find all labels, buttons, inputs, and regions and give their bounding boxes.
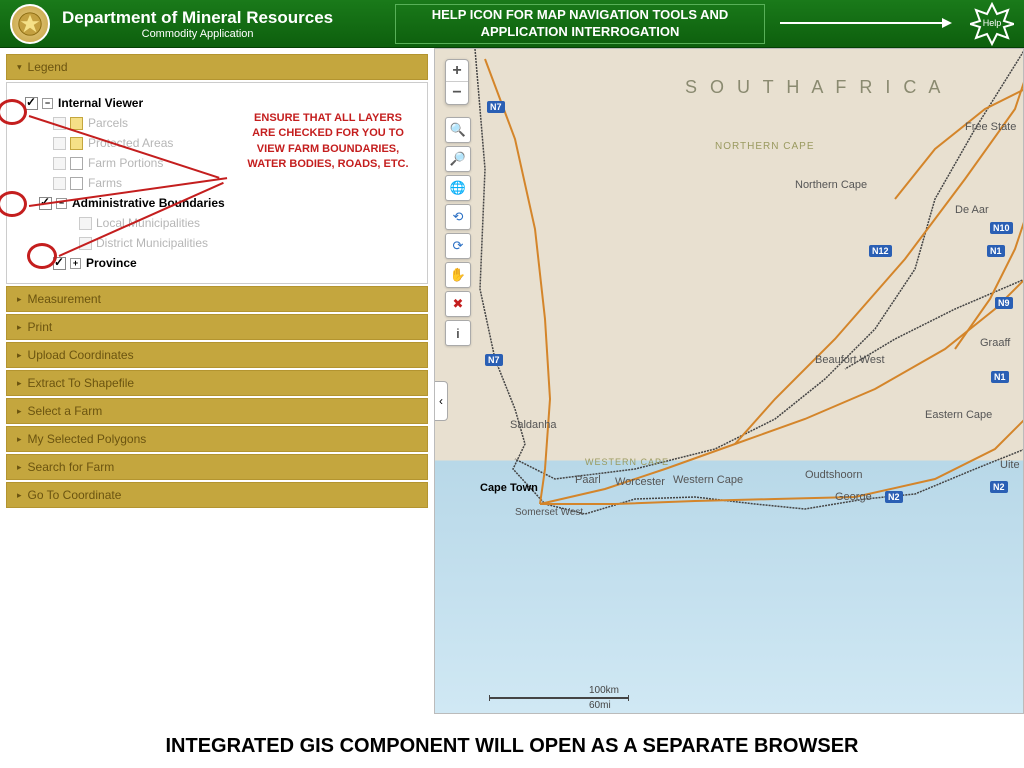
layer-internal-viewer[interactable]: − Internal Viewer — [25, 93, 419, 113]
region-label: NORTHERN CAPE — [715, 141, 815, 152]
app-header: Department of Mineral Resources Commodit… — [0, 0, 1024, 48]
city-label: Uite — [1000, 459, 1020, 471]
zoom-out-button[interactable]: − — [446, 82, 468, 104]
layer-admin-boundaries[interactable]: − Administrative Boundaries — [25, 193, 419, 213]
city-label: Cape Town — [480, 482, 538, 494]
city-label: Worcester — [615, 476, 665, 488]
national-crest-icon — [10, 4, 50, 44]
route-badge: N2 — [990, 481, 1008, 493]
collapse-icon[interactable]: − — [42, 98, 53, 109]
swatch-icon — [70, 157, 83, 170]
city-label: George — [835, 491, 872, 503]
swatch-icon — [70, 117, 83, 130]
full-extent-tool[interactable]: 🌐 — [445, 175, 471, 201]
city-label: Oudtshoorn — [805, 469, 862, 481]
map-viewport[interactable]: S O U T H A F R I C A NORTHERN CAPE Nort… — [434, 48, 1024, 714]
identify-tool[interactable]: i — [445, 320, 471, 346]
checkbox-icon[interactable] — [53, 157, 66, 170]
zoom-prev-tool[interactable]: ⟲ — [445, 204, 471, 230]
help-banner: HELP ICON FOR MAP NAVIGATION TOOLS AND A… — [395, 4, 765, 44]
region-label: WESTERN CAPE — [585, 457, 669, 467]
route-badge: N10 — [990, 222, 1013, 234]
zoom-out-tool[interactable]: 🔎 — [445, 146, 471, 172]
city-label: Somerset West — [515, 507, 583, 518]
zoom-next-tool[interactable]: ⟳ — [445, 233, 471, 259]
expand-icon[interactable]: + — [70, 258, 81, 269]
city-label: Free State — [965, 121, 1016, 133]
route-badge: N7 — [487, 101, 505, 113]
route-badge: N1 — [987, 245, 1005, 257]
city-label: Eastern Cape — [925, 409, 992, 421]
city-label: Paarl — [575, 474, 601, 486]
country-label: S O U T H A F R I C A — [685, 77, 944, 98]
layer-province[interactable]: + Province — [25, 253, 419, 273]
checkbox-icon[interactable] — [53, 177, 66, 190]
annotation-circle — [27, 243, 57, 269]
swatch-icon — [70, 137, 83, 150]
main-area: ▸Legend ENSURE THAT ALL LAYERS ARE CHECK… — [0, 48, 1024, 714]
panel-print[interactable]: ▸Print — [6, 314, 428, 340]
route-badge: N7 — [485, 354, 503, 366]
scale-bar: 100km 60mi — [489, 697, 629, 699]
annotation-note: ENSURE THAT ALL LAYERS ARE CHECKED FOR Y… — [243, 111, 413, 173]
city-label: Saldanha — [510, 419, 557, 431]
legend-body: ENSURE THAT ALL LAYERS ARE CHECKED FOR Y… — [6, 82, 428, 284]
zoom-in-tool[interactable]: 🔍 — [445, 117, 471, 143]
help-label: Help — [970, 18, 1014, 28]
panel-search-farm[interactable]: ▸Search for Farm — [6, 454, 428, 480]
pan-tool[interactable]: ✋ — [445, 262, 471, 288]
clear-tool[interactable]: ✖ — [445, 291, 471, 317]
panel-legend[interactable]: ▸Legend — [6, 54, 428, 80]
help-button[interactable]: Help — [970, 2, 1014, 46]
route-badge: N1 — [991, 371, 1009, 383]
collapse-sidebar-tab[interactable]: ‹ — [434, 381, 448, 421]
department-block: Department of Mineral Resources Commodit… — [62, 8, 333, 40]
checkbox-icon[interactable] — [79, 217, 92, 230]
department-title: Department of Mineral Resources — [62, 8, 333, 28]
city-label: Graaff — [980, 337, 1010, 349]
layer-local-muni[interactable]: Local Municipalities — [25, 213, 419, 233]
checkbox-icon[interactable] — [25, 97, 38, 110]
department-subtitle: Commodity Application — [62, 28, 333, 40]
checkbox-icon[interactable] — [53, 137, 66, 150]
city-label: Beaufort West — [815, 354, 885, 366]
zoom-in-button[interactable]: + — [446, 60, 468, 82]
city-label: Northern Cape — [795, 179, 867, 191]
arrow-annotation — [780, 22, 950, 24]
route-badge: N9 — [995, 297, 1013, 309]
annotation-circle — [0, 99, 27, 125]
panel-goto-coordinate[interactable]: ▸Go To Coordinate — [6, 482, 428, 508]
city-label: Western Cape — [673, 474, 743, 486]
map-toolbar: 🔍 🔎 🌐 ⟲ ⟳ ✋ ✖ i — [445, 117, 471, 346]
city-label: De Aar — [955, 204, 989, 216]
zoom-control: + − — [445, 59, 469, 105]
panel-extract-shapefile[interactable]: ▸Extract To Shapefile — [6, 370, 428, 396]
panel-select-farm[interactable]: ▸Select a Farm — [6, 398, 428, 424]
swatch-icon — [70, 177, 83, 190]
route-badge: N2 — [885, 491, 903, 503]
sidebar: ▸Legend ENSURE THAT ALL LAYERS ARE CHECK… — [0, 48, 434, 714]
panel-upload-coordinates[interactable]: ▸Upload Coordinates — [6, 342, 428, 368]
route-badge: N12 — [869, 245, 892, 257]
panel-measurement[interactable]: ▸Measurement — [6, 286, 428, 312]
annotation-circle — [0, 191, 27, 217]
footer-caption: INTEGRATED GIS COMPONENT WILL OPEN AS A … — [0, 735, 1024, 758]
panel-my-polygons[interactable]: ▸My Selected Polygons — [6, 426, 428, 452]
